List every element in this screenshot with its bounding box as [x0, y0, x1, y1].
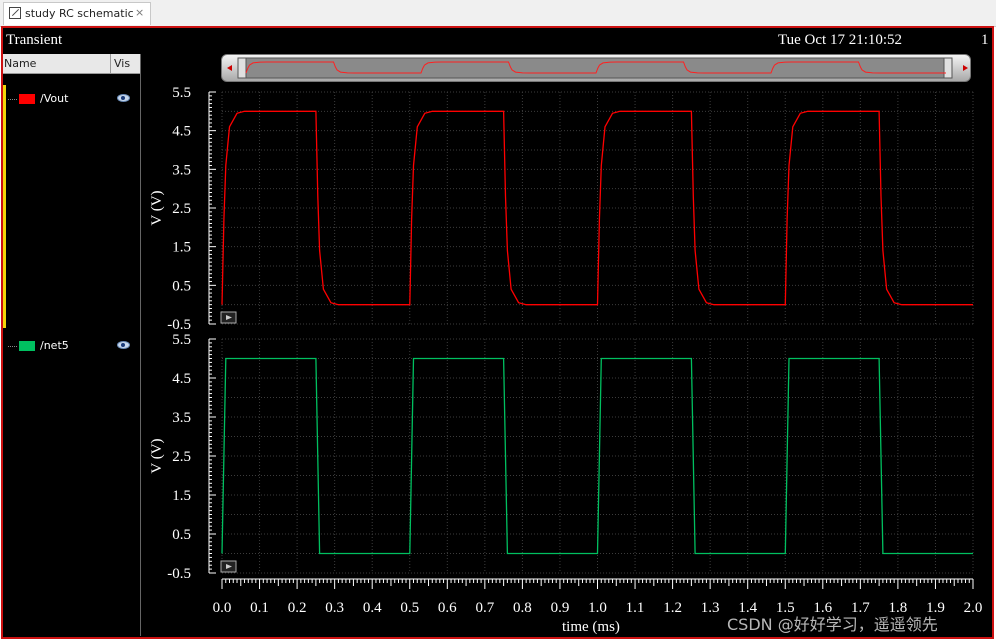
transient-chart: 5.5 4.5 3.5 2.5 1.5 0.5 -0.5 V (V) 5.5 4.5 3.5 2.5 1…: [149, 57, 983, 616]
y-tick-label: -0.5: [167, 566, 191, 582]
y-tick-label: 4.5: [172, 371, 191, 387]
x-tick-label: 0.5: [400, 600, 419, 616]
y-tick-label: 1.5: [172, 488, 191, 504]
y-tick-label: 2.5: [172, 201, 191, 217]
y-tick-label: 3.5: [172, 410, 191, 426]
x-tick-label: 0.8: [513, 600, 532, 616]
x-tick-label: 1.3: [701, 600, 720, 616]
y-tick-label: 4.5: [172, 124, 191, 140]
scroll-thumb: [237, 57, 951, 79]
x-tick-label: 0.4: [363, 600, 382, 616]
y-tick-label: -0.5: [167, 317, 191, 333]
y-tick-label: 5.5: [172, 332, 191, 348]
y-tick-label: 3.5: [172, 162, 191, 178]
y-tick-label: 0.5: [172, 278, 191, 294]
y-tick-label: 5.5: [172, 85, 191, 101]
watermark: CSDN @好好学习，遥遥领先: [727, 615, 938, 634]
x-tick-label: 2.0: [964, 600, 983, 616]
scroll-left-arrow-icon: [227, 65, 232, 71]
x-tick-label: 1.0: [588, 600, 607, 616]
x-tick-label: 0.9: [551, 600, 570, 616]
x-tick-label: 1.1: [626, 600, 645, 616]
y-axis-label: V (V): [149, 438, 165, 473]
y-tick-label: 1.5: [172, 240, 191, 256]
x-tick-label: 1.2: [663, 600, 682, 616]
y-tick-label: 0.5: [172, 527, 191, 543]
y-tick-label: 2.5: [172, 449, 191, 465]
x-tick-label: 0.1: [250, 600, 269, 616]
y-axis-label: V (V): [149, 190, 165, 225]
x-tick-label: 0.2: [288, 600, 307, 616]
x-tick-label: 0.6: [438, 600, 457, 616]
scroll-left-handle: [237, 57, 247, 79]
x-tick-label: 0.7: [475, 600, 494, 616]
x-axis-label: time (ms): [562, 619, 620, 635]
x-tick-label: 0.3: [325, 600, 344, 616]
scroll-right-arrow-icon: [963, 65, 968, 71]
x-tick-label: 0.0: [213, 600, 232, 616]
scroll-right-handle: [943, 57, 953, 79]
